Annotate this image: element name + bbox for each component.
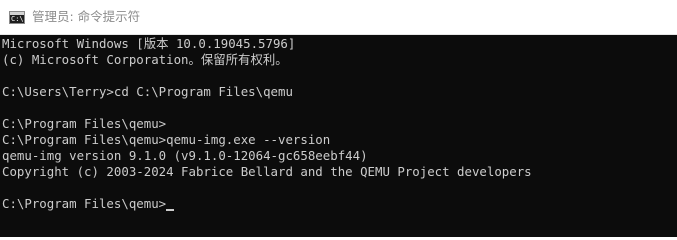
console-line: C:\Program Files\qemu>qemu-img.exe --ver…	[2, 132, 331, 147]
console-line: C:\Program Files\qemu>	[2, 116, 167, 131]
command-prompt-window: C:\ 管理员: 命令提示符 Microsoft Windows [版本 10.…	[0, 0, 677, 237]
console-output[interactable]: Microsoft Windows [版本 10.0.19045.5796] (…	[0, 35, 677, 237]
console-line: C:\Users\Terry>cd C:\Program Files\qemu	[2, 84, 293, 99]
icon-prompt-glyph: C:\	[11, 15, 24, 23]
title-bar[interactable]: C:\ 管理员: 命令提示符	[0, 0, 677, 35]
console-line: Microsoft Windows [版本 10.0.19045.5796]	[2, 36, 296, 51]
console-line: Copyright (c) 2003-2024 Fabrice Bellard …	[2, 164, 532, 179]
console-prompt: C:\Program Files\qemu>	[2, 196, 167, 211]
window-title: 管理员: 命令提示符	[32, 9, 141, 24]
command-prompt-icon: C:\	[9, 11, 25, 24]
console-prompt-line[interactable]: C:\Program Files\qemu>	[2, 196, 175, 212]
console-line: qemu-img version 9.1.0 (v9.1.0-12064-gc6…	[2, 148, 368, 163]
console-line: (c) Microsoft Corporation。保留所有权利。	[2, 52, 288, 67]
text-cursor	[166, 209, 175, 211]
